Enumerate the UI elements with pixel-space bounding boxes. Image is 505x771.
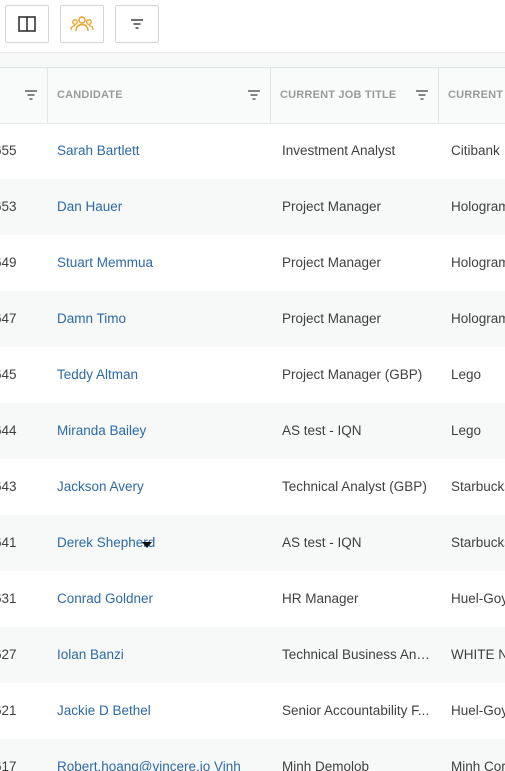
cell-employer: Starbucks: [451, 479, 505, 494]
column-filter-icon[interactable]: [247, 89, 261, 101]
column-header-employer-label: CURRENT E: [448, 89, 505, 101]
table-row[interactable]: 653 Dan Hauer Project Manager Hologram: [0, 179, 505, 235]
cell-employer: Minh Cor: [451, 759, 505, 771]
cell-employer: Huel-Goy: [451, 703, 505, 718]
candidate-link[interactable]: Dan Hauer: [57, 179, 262, 235]
columns-icon: [18, 16, 36, 32]
candidate-grid: CANDIDATE CURRENT JOB TITLE CURRENT E 65…: [0, 68, 505, 771]
table-row[interactable]: 649 Stuart Memmua Project Manager Hologram: [0, 235, 505, 291]
table-row[interactable]: 644 Miranda Bailey AS test - IQN Lego: [0, 403, 505, 459]
cell-job-title: Senior Accountability F...: [282, 703, 430, 718]
candidate-link[interactable]: Stuart Memmua: [57, 235, 262, 291]
table-row[interactable]: 617 Robert.hoang@vincere.io Vinh Minh Demo…: [0, 739, 505, 771]
group-users-button[interactable]: [60, 5, 104, 43]
table-row[interactable]: 641 Derek Shepherd AS test - IQN Starbucks: [0, 515, 505, 571]
table-row[interactable]: 627 Iolan Banzi Technical Business Ana... W…: [0, 627, 505, 683]
cell-id: 617: [0, 759, 17, 771]
column-header-id[interactable]: [0, 68, 48, 123]
table-row[interactable]: 645 Teddy Altman Project Manager (GBP) Lego: [0, 347, 505, 403]
cell-job-title: Technical Analyst (GBP): [282, 479, 427, 494]
table-row[interactable]: 631 Conrad Goldner HR Manager Huel-Goy: [0, 571, 505, 627]
toolbar: [0, 0, 505, 53]
cell-id: 621: [0, 703, 17, 718]
table-row[interactable]: 647 Damn Timo Project Manager Hologram: [0, 291, 505, 347]
cell-job-title: Technical Business Ana...: [282, 647, 434, 662]
columns-layout-button[interactable]: [5, 5, 49, 43]
table-row[interactable]: 621 Jackie D Bethel Senior Accountability …: [0, 683, 505, 739]
grid-top-band: [0, 53, 505, 68]
column-header-job-title[interactable]: CURRENT JOB TITLE: [271, 68, 439, 123]
cell-id: 649: [0, 255, 17, 270]
filter-button[interactable]: [115, 5, 159, 43]
cell-job-title: AS test - IQN: [282, 423, 362, 438]
table-row[interactable]: 655 Sarah Bartlett Investment Analyst Citib…: [0, 123, 505, 179]
column-header-employer[interactable]: CURRENT E: [439, 68, 505, 123]
table-row[interactable]: 643 Jackson Avery Technical Analyst (GBP) S…: [0, 459, 505, 515]
candidate-link[interactable]: Conrad Goldner: [57, 571, 262, 627]
candidate-link[interactable]: Robert.hoang@vincere.io Vinh: [57, 739, 262, 771]
candidate-link[interactable]: Derek Shepherd: [57, 515, 262, 571]
candidate-link[interactable]: Miranda Bailey: [57, 403, 262, 459]
cell-id: 631: [0, 591, 17, 606]
cell-id: 655: [0, 143, 17, 158]
candidate-link[interactable]: Iolan Banzi: [57, 627, 262, 683]
cell-id: 644: [0, 423, 17, 438]
cell-employer: Hologram: [451, 311, 505, 326]
cell-employer: Citibank: [451, 143, 500, 158]
cell-id: 645: [0, 367, 17, 382]
cell-id: 641: [0, 535, 17, 550]
cell-job-title: Project Manager (GBP): [282, 367, 423, 382]
cell-employer: WHITE NI: [451, 647, 505, 662]
candidate-link[interactable]: Teddy Altman: [57, 347, 262, 403]
grid-header: CANDIDATE CURRENT JOB TITLE CURRENT E: [0, 68, 505, 124]
cell-id: 643: [0, 479, 17, 494]
cell-job-title: Project Manager: [282, 255, 382, 270]
mouse-cursor-icon: [142, 542, 152, 548]
cell-employer: Huel-Goy: [451, 591, 505, 606]
cell-job-title: Investment Analyst: [282, 143, 396, 158]
filter-icon: [130, 18, 144, 30]
cell-job-title: HR Manager: [282, 591, 359, 606]
column-filter-icon[interactable]: [24, 89, 38, 101]
cell-job-title: Project Manager: [282, 199, 382, 214]
candidate-link[interactable]: Sarah Bartlett: [57, 123, 262, 179]
column-header-job-title-label: CURRENT JOB TITLE: [280, 89, 397, 101]
candidate-link[interactable]: Jackie D Bethel: [57, 683, 262, 739]
cell-id: 627: [0, 647, 17, 662]
cell-job-title: Minh Demolob: [282, 759, 370, 771]
column-filter-icon[interactable]: [415, 89, 429, 101]
cell-job-title: AS test - IQN: [282, 535, 362, 550]
cell-employer: Hologram: [451, 255, 505, 270]
cell-employer: Starbucks: [451, 535, 505, 550]
column-header-candidate[interactable]: CANDIDATE: [48, 68, 271, 123]
cell-employer: Hologram: [451, 199, 505, 214]
cell-id: 647: [0, 311, 17, 326]
cell-id: 653: [0, 199, 17, 214]
cell-employer: Lego: [451, 423, 482, 438]
cell-job-title: Project Manager: [282, 311, 382, 326]
cell-employer: Lego: [451, 367, 482, 382]
column-header-candidate-label: CANDIDATE: [57, 89, 123, 101]
users-group-icon: [70, 15, 94, 33]
candidate-link[interactable]: Damn Timo: [57, 291, 262, 347]
candidate-link[interactable]: Jackson Avery: [57, 459, 262, 515]
